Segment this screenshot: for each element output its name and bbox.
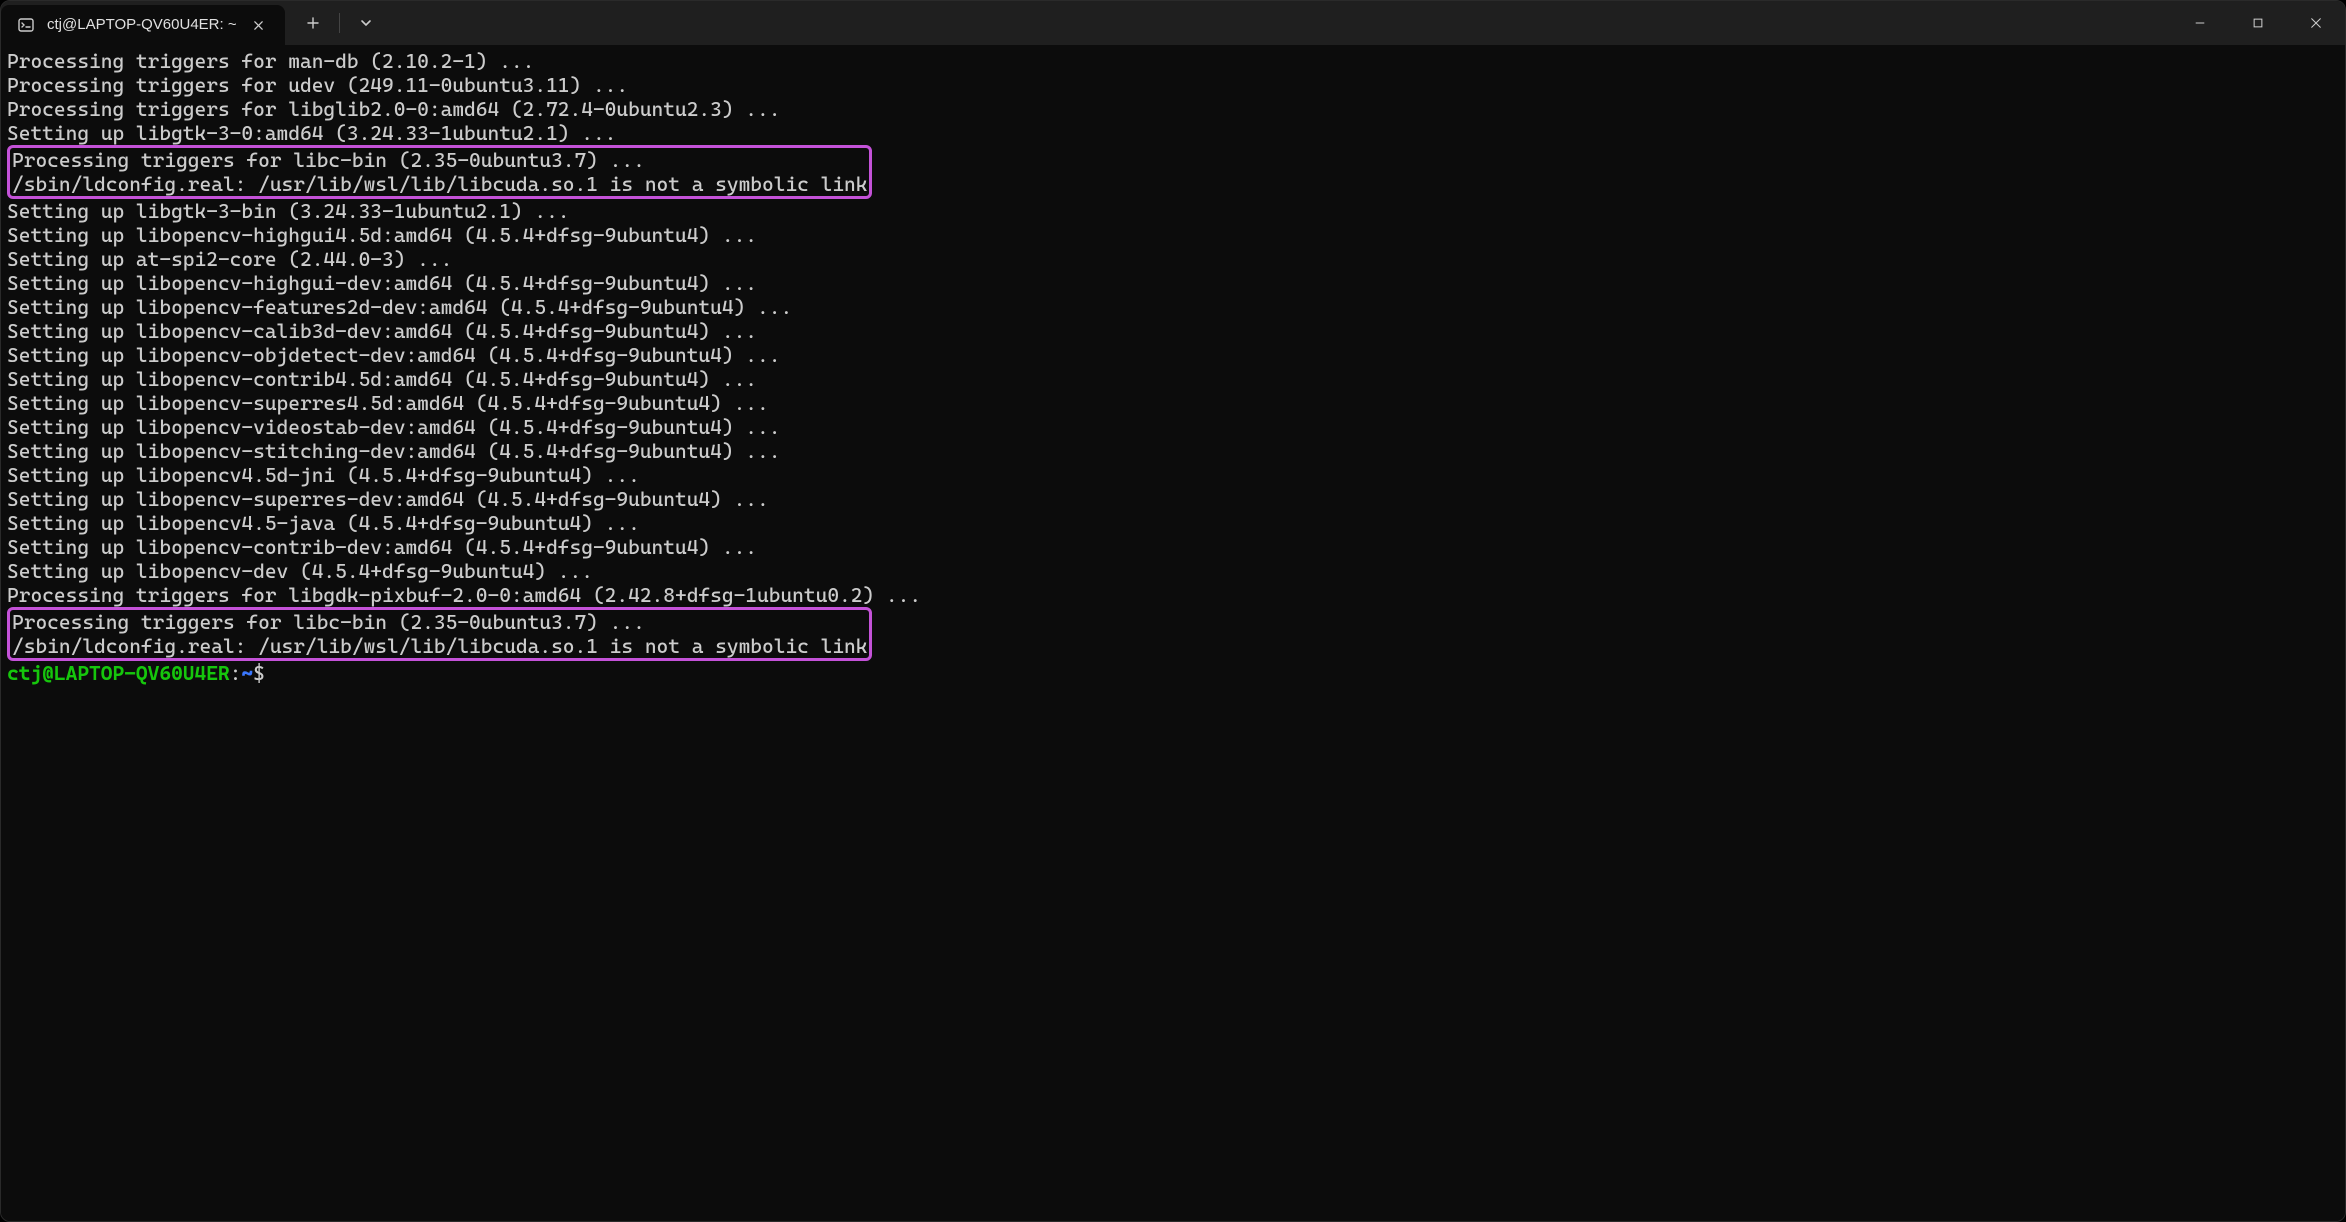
highlighted-region-1: Processing triggers for libc-bin (2.35-0… bbox=[7, 145, 872, 199]
titlebar-drag-area[interactable] bbox=[386, 1, 2171, 45]
output-line: Setting up libopencv-features2d-dev:amd6… bbox=[7, 295, 2339, 319]
terminal-content[interactable]: Processing triggers for man-db (2.10.2-1… bbox=[1, 45, 2345, 1221]
prompt-line: ctj@LAPTOP-QV60U4ER:~$ bbox=[7, 661, 2339, 685]
output-line: Setting up libgtk-3-bin (3.24.33-1ubuntu… bbox=[7, 199, 2339, 223]
output-line: Processing triggers for udev (249.11-0ub… bbox=[7, 73, 2339, 97]
output-line: Processing triggers for libglib2.0-0:amd… bbox=[7, 97, 2339, 121]
output-line: Setting up libopencv-dev (4.5.4+dfsg-9ub… bbox=[7, 559, 2339, 583]
tab-active[interactable]: ctj@LAPTOP-QV60U4ER: ~ bbox=[1, 5, 285, 45]
output-line: Setting up libopencv-calib3d-dev:amd64 (… bbox=[7, 319, 2339, 343]
terminal-icon bbox=[17, 16, 35, 34]
output-line: Setting up libopencv-superres-dev:amd64 … bbox=[7, 487, 2339, 511]
prompt-dollar: $ bbox=[253, 661, 265, 685]
output-line: Setting up libopencv-videostab-dev:amd64… bbox=[7, 415, 2339, 439]
output-line: Setting up libopencv-highgui4.5d:amd64 (… bbox=[7, 223, 2339, 247]
output-line: Processing triggers for man-db (2.10.2-1… bbox=[7, 49, 2339, 73]
tab-close-button[interactable] bbox=[249, 15, 269, 35]
output-line: Setting up libopencv-stitching-dev:amd64… bbox=[7, 439, 2339, 463]
output-line: Processing triggers for libc-bin (2.35-0… bbox=[12, 610, 867, 634]
minimize-button[interactable] bbox=[2171, 1, 2229, 45]
output-line: /sbin/ldconfig.real: /usr/lib/wsl/lib/li… bbox=[12, 172, 867, 196]
output-line: /sbin/ldconfig.real: /usr/lib/wsl/lib/li… bbox=[12, 634, 867, 658]
tab-dropdown-button[interactable] bbox=[346, 1, 386, 45]
output-line: Setting up libopencv-highgui-dev:amd64 (… bbox=[7, 271, 2339, 295]
output-line: Setting up at-spi2-core (2.44.0-3) ... bbox=[7, 247, 2339, 271]
output-line: Processing triggers for libgdk-pixbuf-2.… bbox=[7, 583, 2339, 607]
output-line: Setting up libopencv-contrib4.5d:amd64 (… bbox=[7, 367, 2339, 391]
output-line: Setting up libopencv-contrib-dev:amd64 (… bbox=[7, 535, 2339, 559]
highlighted-region-2: Processing triggers for libc-bin (2.35-0… bbox=[7, 607, 872, 661]
close-button[interactable] bbox=[2287, 1, 2345, 45]
output-line: Setting up libopencv-superres4.5d:amd64 … bbox=[7, 391, 2339, 415]
tab-title: ctj@LAPTOP-QV60U4ER: ~ bbox=[47, 16, 237, 34]
output-line: Setting up libopencv-objdetect-dev:amd64… bbox=[7, 343, 2339, 367]
output-line: Setting up libopencv4.5d-jni (4.5.4+dfsg… bbox=[7, 463, 2339, 487]
divider bbox=[339, 13, 340, 33]
output-line: Setting up libgtk-3-0:amd64 (3.24.33-1ub… bbox=[7, 121, 2339, 145]
prompt-path: ~ bbox=[241, 661, 253, 685]
window-controls bbox=[2171, 1, 2345, 45]
prompt-colon: : bbox=[230, 661, 242, 685]
output-line: Setting up libopencv4.5-java (4.5.4+dfsg… bbox=[7, 511, 2339, 535]
maximize-button[interactable] bbox=[2229, 1, 2287, 45]
terminal-window: ctj@LAPTOP-QV60U4ER: ~ bbox=[0, 0, 2346, 1222]
output-line: Processing triggers for libc-bin (2.35-0… bbox=[12, 148, 867, 172]
titlebar-actions bbox=[285, 1, 386, 45]
titlebar: ctj@LAPTOP-QV60U4ER: ~ bbox=[1, 1, 2345, 45]
prompt-user-host: ctj@LAPTOP-QV60U4ER bbox=[7, 661, 230, 685]
new-tab-button[interactable] bbox=[293, 1, 333, 45]
